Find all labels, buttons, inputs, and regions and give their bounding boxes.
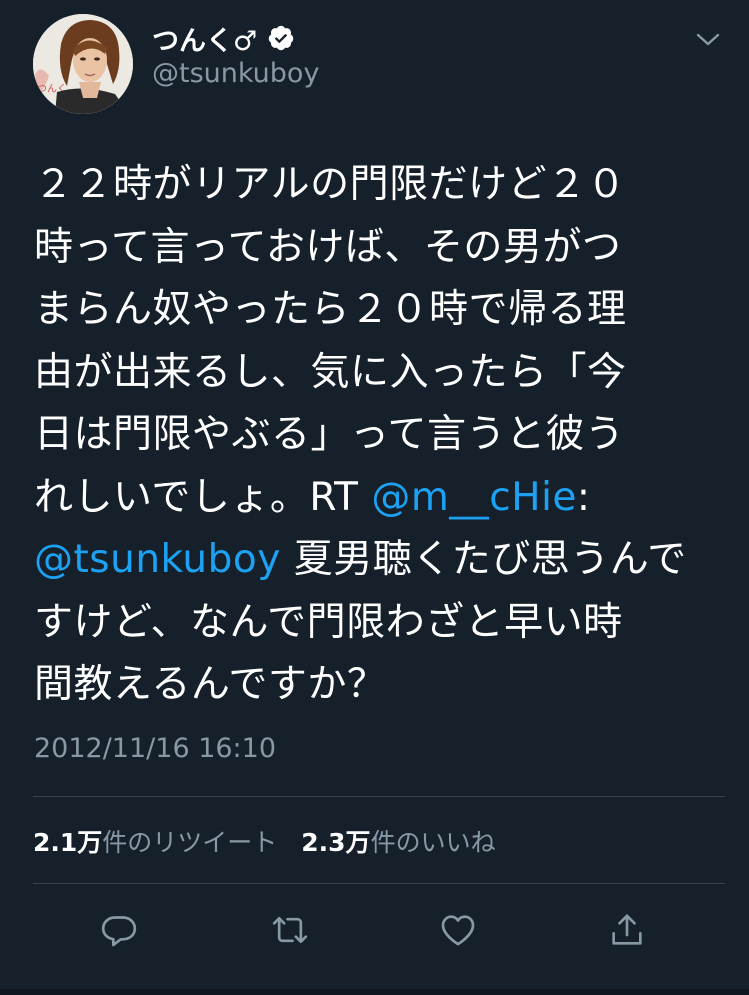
tweet-text-line: 時って言っておけば、その男がつ xyxy=(34,217,724,280)
tweet-text-line: ２２時がリアルの門限だけど２０ xyxy=(34,154,724,217)
tweet-text: ２２時がリアルの門限だけど２０ 時って言っておけば、その男がつ まらん奴やったら２０… xyxy=(34,154,724,717)
reply-icon xyxy=(101,916,137,947)
like-count: 2.3万 xyxy=(301,828,371,857)
tweet-text-line: 間教えるんですか？ xyxy=(34,654,724,717)
retweet-count-stat[interactable]: 2.1万件のリツイート xyxy=(33,828,277,857)
tweet-text-segment: 由が出来るし、気に入ったら「今 xyxy=(34,349,627,395)
profile-photo-icon: つんく xyxy=(33,14,133,114)
tweet-timestamp[interactable]: 2012/11/16 16:10 xyxy=(34,733,276,764)
display-name[interactable]: つんく♂ xyxy=(152,19,257,58)
tweet-text-line: まらん奴やったら２０時で帰る理 xyxy=(34,279,724,342)
tweet-text-segment: 間教えるんですか？ xyxy=(34,662,387,707)
retweet-count: 2.1万 xyxy=(33,828,103,857)
display-name-row: つんく♂ xyxy=(152,18,295,58)
tweet-text-segment: : xyxy=(576,474,591,520)
tweet-text-line: すけど、なんで門限わざと早い時 xyxy=(34,592,724,655)
tweet-text-segment: すけど、なんで門限わざと早い時 xyxy=(34,599,623,645)
verified-badge-icon xyxy=(267,24,295,52)
like-button[interactable] xyxy=(428,900,488,960)
tweet-text-segment: 夏男聴くたび思うんで xyxy=(280,537,687,582)
tweet-text-line: 由が出来るし、気に入ったら「今 xyxy=(34,342,724,405)
tweet-text-line: @tsunkuboy 夏男聴くたび思うんで xyxy=(34,529,724,592)
tweet-detail: つんく つんく♂ @tsunkuboy ２２時がリアルの門限だけど２０ 時って言っ… xyxy=(0,0,749,995)
tweet-text-segment: れしいでしょ。RT xyxy=(34,474,372,520)
tweet-stats: 2.1万件のリツイート 2.3万件のいいね xyxy=(33,823,512,859)
tweet-text-segment: ２２時がリアルの門限だけど２０ xyxy=(34,162,627,207)
user-handle[interactable]: @tsunkuboy xyxy=(152,58,319,89)
mention-link[interactable]: @tsunkuboy xyxy=(34,537,281,582)
avatar[interactable]: つんく xyxy=(33,14,133,114)
tweet-text-segment: まらん奴やったら２０時で帰る理 xyxy=(34,287,627,332)
share-button[interactable] xyxy=(597,900,657,960)
tweet-actions xyxy=(0,900,749,960)
tweet-text-segment: 時って言っておけば、その男がつ xyxy=(34,224,622,270)
bottom-edge xyxy=(0,989,749,995)
like-count-label: 件のいいね xyxy=(370,828,496,857)
tweet-text-segment: 日は門限やぶる」って言うと彼う xyxy=(34,412,625,457)
retweet-button[interactable] xyxy=(260,900,320,960)
divider xyxy=(33,796,725,797)
chevron-down-icon[interactable] xyxy=(695,30,721,50)
heart-icon xyxy=(441,915,475,946)
retweet-icon xyxy=(272,917,308,943)
reply-button[interactable] xyxy=(89,900,149,960)
retweet-count-label: 件のリツイート xyxy=(102,828,278,857)
tweet-text-line: 日は門限やぶる」って言うと彼う xyxy=(34,404,724,467)
tweet-text-line: れしいでしょ。RT @m__cHie: xyxy=(34,467,724,530)
mention-link[interactable]: @m__cHie xyxy=(371,475,577,520)
share-icon xyxy=(612,914,642,945)
like-count-stat[interactable]: 2.3万件のいいね xyxy=(301,828,495,857)
divider xyxy=(33,883,725,884)
